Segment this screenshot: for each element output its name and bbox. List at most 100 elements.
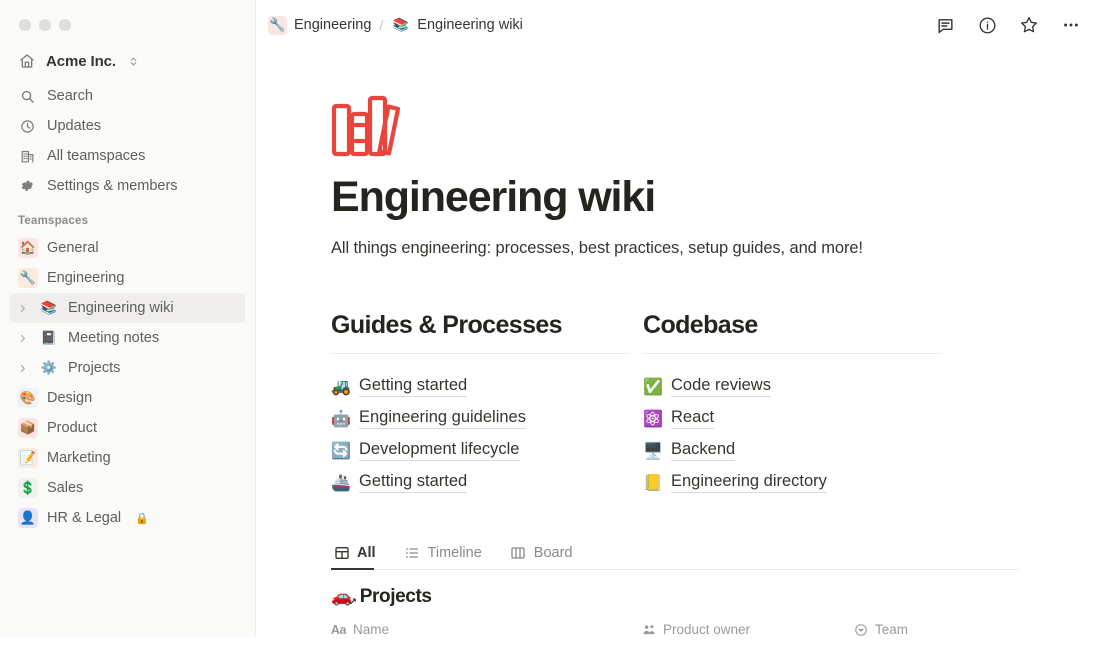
board-icon [510,544,527,561]
sidebar-item-updates[interactable]: Updates [10,111,245,141]
gear-icon [18,178,36,194]
ledger-emoji-icon: 📒 [643,472,663,492]
teamspace-label: Marketing [47,450,111,466]
column-header-product-owner[interactable]: Product owner [641,622,853,637]
books-icon[interactable] [331,86,419,158]
search-icon [18,89,36,104]
info-icon[interactable] [976,14,998,36]
person-icon [641,622,656,637]
breadcrumb-label: Engineering [294,17,372,33]
column-heading: Guides & Processes [331,311,563,340]
sidebar-item-hr-legal[interactable]: 👤 HR & Legal 🔒 [10,503,245,533]
breadcrumb-item-engineering[interactable]: 🔧 Engineering [268,15,372,35]
more-icon[interactable] [1060,14,1082,36]
page-link-label: Backend [671,440,736,461]
divider [643,353,941,355]
topbar: 🔧 Engineering / 📚 Engineering wiki [256,0,1100,50]
tab-label: Board [533,544,573,561]
books-emoji-icon: 📚 [392,17,409,33]
column-header-team[interactable]: Team [853,622,908,637]
sidebar-nav: Search Updates All teamspaces Settings &… [10,81,245,201]
column-header-label: Team [875,622,909,638]
breadcrumb-item-engineering-wiki[interactable]: 📚 Engineering wiki [391,16,523,35]
sidebar-item-design[interactable]: 🎨 Design [10,383,245,413]
tab-all[interactable]: All [331,544,388,571]
sidebar-item-product[interactable]: 📦 Product [10,413,245,443]
sidebar-item-marketing[interactable]: 📝 Marketing [10,443,245,473]
tab-board[interactable]: Board [508,544,585,569]
sidebar-item-label: Settings & members [47,178,178,194]
gears-emoji-icon: ⚙️ [40,360,58,376]
page-subtitle[interactable]: All things engineering: processes, best … [331,239,1100,258]
sidebar-item-sales[interactable]: 💲 Sales [10,473,245,503]
books-emoji-icon: 📚 [40,300,58,316]
desktop-computer-emoji-icon: 🖥️ [643,440,663,460]
workspace-switcher[interactable]: Acme Inc. [10,47,245,75]
page-link-label: Getting started [359,472,468,493]
clock-icon [18,119,36,134]
link-columns: Guides & Processes 🚜 Getting started 🤖 E… [331,310,1100,498]
check-mark-emoji-icon: ✅ [643,376,663,396]
list-icon [404,544,421,561]
page-link-getting-started-ship[interactable]: 🚢 Getting started [331,466,643,498]
teamspace-label: Projects [68,360,121,376]
window-controls [0,0,255,31]
page-link-label: Code reviews [671,376,771,397]
dollar-emoji-icon: 💲 [18,478,38,498]
teamspace-label: Sales [47,480,84,496]
chevron-updown-icon [128,56,139,67]
house-emoji-icon: 🏠 [18,238,38,258]
column-codebase: Codebase ✅ Code reviews ⚛️ React 🖥️ Back… [643,310,955,498]
table-icon [333,544,350,561]
home-icon [18,53,36,69]
ship-emoji-icon: 🚢 [331,472,351,492]
page-link-label: Development lifecycle [359,440,520,461]
tab-label: Timeline [427,544,482,561]
star-icon[interactable] [1018,14,1040,36]
page-link-engineering-directory[interactable]: 📒 Engineering directory [643,466,955,498]
text-icon: Aa [330,622,347,637]
sidebar-item-general[interactable]: 🏠 General [10,233,245,263]
palette-emoji-icon: 🎨 [18,388,38,408]
page-body: Engineering wiki All things engineering:… [256,86,1100,637]
sidebar-item-projects[interactable]: ⚙️ Projects [10,353,245,383]
sidebar-item-engineering-wiki[interactable]: 📚 Engineering wiki [10,293,245,323]
maximize-button[interactable] [59,19,71,31]
sidebar-item-label: Search [47,88,93,104]
robot-emoji-icon: 🤖 [331,408,351,428]
page-link-label: Getting started [359,376,468,397]
chevron-right-icon[interactable] [14,364,30,373]
main-content: 🔧 Engineering / 📚 Engineering wiki Engin… [256,0,1100,649]
sidebar-item-meeting-notes[interactable]: 📓 Meeting notes [10,323,245,353]
chevron-right-icon[interactable] [14,304,30,313]
atom-emoji-icon: ⚛️ [643,408,663,428]
wrench-emoji-icon: 🔧 [18,268,38,288]
page-title[interactable]: Engineering wiki [331,173,1100,221]
teamspace-label: Meeting notes [68,330,160,346]
sidebar-item-search[interactable]: Search [10,81,245,111]
sidebar: Acme Inc. Search Updates All teamspaces … [0,0,256,637]
page-link-label: React [671,408,715,429]
minimize-button[interactable] [39,19,51,31]
memo-emoji-icon: 📝 [18,448,38,468]
column-header-label: Product owner [663,622,751,638]
page-link-development-lifecycle[interactable]: 🔄 Development lifecycle [331,434,643,466]
column-heading: Codebase [643,311,758,340]
page-link-backend[interactable]: 🖥️ Backend [643,434,955,466]
page-link-code-reviews[interactable]: ✅ Code reviews [643,370,955,402]
sidebar-item-engineering[interactable]: 🔧 Engineering [10,263,245,293]
sidebar-item-all-teamspaces[interactable]: All teamspaces [10,141,245,171]
tab-timeline[interactable]: Timeline [402,544,494,569]
building-icon [18,149,36,164]
page-link-engineering-guidelines[interactable]: 🤖 Engineering guidelines [331,402,643,434]
sidebar-item-settings-members[interactable]: Settings & members [10,171,245,201]
page-link-react[interactable]: ⚛️ React [643,402,955,434]
wrench-emoji-icon: 🔧 [268,15,287,35]
comment-icon[interactable] [934,14,956,36]
column-header-name[interactable]: Aa Name [331,622,641,637]
teamspace-label: Engineering wiki [68,300,174,316]
close-button[interactable] [19,19,31,31]
page-link-getting-started[interactable]: 🚜 Getting started [331,370,643,402]
chevron-right-icon[interactable] [14,334,30,343]
database-title[interactable]: 🚗 ↗ Projects [331,586,1100,608]
